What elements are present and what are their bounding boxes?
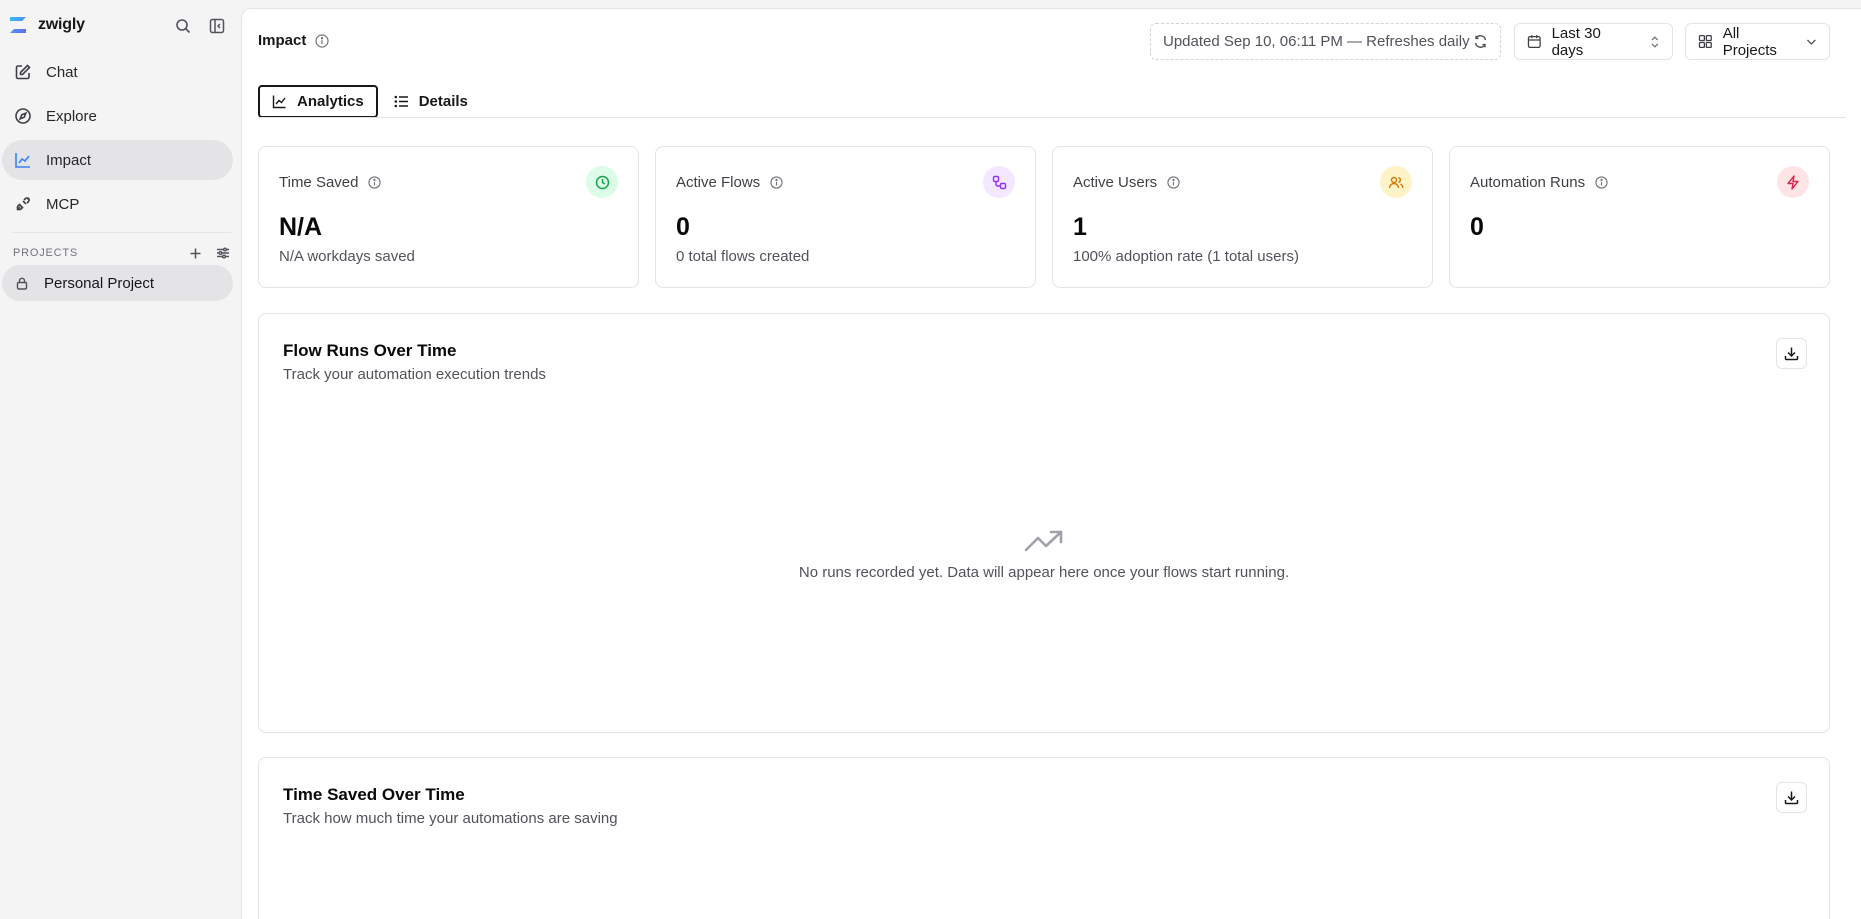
brand[interactable]: zwigly xyxy=(8,14,85,36)
chevron-updown-icon xyxy=(1651,35,1659,48)
sidebar-toggle-icon[interactable] xyxy=(207,16,227,36)
trending-up-icon xyxy=(1024,530,1063,552)
tab-bar: Analytics Details xyxy=(258,85,480,118)
lock-icon xyxy=(16,277,28,290)
chart-line-icon xyxy=(272,95,286,109)
edit-icon xyxy=(15,64,31,80)
panel-title: Time Saved Over Time xyxy=(283,785,465,804)
project-filter-value: All Projects xyxy=(1722,24,1777,59)
info-icon[interactable] xyxy=(1593,175,1609,191)
sidebar: zwigly Chat Explore Impact MCP PROJECTS xyxy=(0,0,241,919)
clock-icon xyxy=(586,166,618,198)
stat-subtext: 100% adoption rate (1 total users) xyxy=(1073,248,1299,265)
sidebar-item-explore[interactable]: Explore xyxy=(2,96,233,136)
tab-analytics[interactable]: Analytics xyxy=(258,85,378,118)
updated-text: Updated Sep 10, 06:11 PM — Refreshes dai… xyxy=(1163,33,1470,50)
grid-icon xyxy=(1698,34,1712,49)
main-content: Impact Updated Sep 10, 06:11 PM — Refres… xyxy=(241,8,1861,919)
compass-icon xyxy=(15,108,31,124)
info-icon[interactable] xyxy=(1165,175,1181,191)
stat-header: Automation Runs xyxy=(1470,174,1609,191)
stat-label: Automation Runs xyxy=(1470,174,1586,191)
stat-value: N/A xyxy=(279,213,323,241)
stat-card-time-saved: Time Saved N/A N/A workdays saved xyxy=(258,146,639,288)
sidebar-item-chat[interactable]: Chat xyxy=(2,52,233,92)
sidebar-item-label: Chat xyxy=(46,63,78,81)
tab-label: Analytics xyxy=(297,93,364,110)
stat-header: Active Flows xyxy=(676,174,784,191)
sidebar-item-mcp[interactable]: MCP xyxy=(2,184,233,224)
stat-card-active-flows: Active Flows 0 0 total flows created xyxy=(655,146,1036,288)
stat-value: 0 xyxy=(1470,213,1484,241)
download-button[interactable] xyxy=(1776,338,1807,369)
sidebar-divider xyxy=(12,232,231,233)
project-filter-select[interactable]: All Projects xyxy=(1685,23,1830,60)
download-button[interactable] xyxy=(1776,782,1807,813)
calendar-icon xyxy=(1527,35,1541,48)
refresh-icon[interactable] xyxy=(1473,34,1488,49)
filter-settings-icon[interactable] xyxy=(215,245,231,261)
page-title: Impact xyxy=(258,32,330,49)
app-logo-icon xyxy=(10,17,26,33)
sidebar-nav: Chat Explore Impact MCP xyxy=(2,52,233,228)
stat-card-automation-runs: Automation Runs 0 xyxy=(1449,146,1830,288)
app-name: zwigly xyxy=(38,16,85,33)
sidebar-item-label: Explore xyxy=(46,107,97,125)
download-icon xyxy=(1784,347,1799,361)
stat-header: Time Saved xyxy=(279,174,382,191)
search-icon[interactable] xyxy=(173,16,193,36)
tab-label: Details xyxy=(418,93,468,110)
list-icon xyxy=(394,95,408,108)
project-label: Personal Project xyxy=(44,274,155,292)
panel-title: Flow Runs Over Time xyxy=(283,341,457,360)
stat-subtext: 0 total flows created xyxy=(676,248,810,265)
stat-label: Active Flows xyxy=(676,174,761,191)
page-title-text: Impact xyxy=(258,32,307,49)
plug-icon xyxy=(16,197,30,211)
tabs-divider xyxy=(258,117,1846,118)
stat-label: Active Users xyxy=(1073,174,1158,191)
info-icon[interactable] xyxy=(314,33,330,49)
stat-label: Time Saved xyxy=(279,174,359,191)
time-saved-panel: Time Saved Over Time Track how much time… xyxy=(258,757,1830,919)
stat-card-active-users: Active Users 1 100% adoption rate (1 tot… xyxy=(1052,146,1433,288)
sidebar-item-label: MCP xyxy=(46,195,80,213)
stat-value: 0 xyxy=(676,213,690,241)
date-range-value: Last 30 days xyxy=(1551,24,1601,59)
projects-header: PROJECTS xyxy=(13,245,231,261)
project-item-personal[interactable]: Personal Project xyxy=(2,265,233,301)
empty-state: No runs recorded yet. Data will appear h… xyxy=(259,528,1829,581)
chart-line-icon xyxy=(15,153,30,168)
updated-status: Updated Sep 10, 06:11 PM — Refreshes dai… xyxy=(1150,23,1501,60)
info-icon[interactable] xyxy=(768,175,784,191)
stat-value: 1 xyxy=(1073,213,1087,241)
users-icon xyxy=(1380,166,1412,198)
stat-header: Active Users xyxy=(1073,174,1181,191)
panel-subtitle: Track your automation execution trends xyxy=(283,366,546,383)
chevron-down-icon xyxy=(1807,39,1817,45)
empty-state-text: No runs recorded yet. Data will appear h… xyxy=(798,564,1290,581)
sidebar-item-impact[interactable]: Impact xyxy=(2,140,233,180)
workflow-icon xyxy=(983,166,1015,198)
download-icon xyxy=(1784,791,1799,805)
projects-label: PROJECTS xyxy=(13,247,79,259)
zap-icon xyxy=(1777,166,1809,198)
tab-details[interactable]: Details xyxy=(382,85,480,118)
info-icon[interactable] xyxy=(366,175,382,191)
date-range-select[interactable]: Last 30 days xyxy=(1514,23,1673,60)
panel-subtitle: Track how much time your automations are… xyxy=(283,810,618,827)
stat-subtext: N/A workdays saved xyxy=(279,248,415,265)
sidebar-item-label: Impact xyxy=(46,151,92,169)
add-project-icon[interactable] xyxy=(187,245,203,261)
flow-runs-panel: Flow Runs Over Time Track your automatio… xyxy=(258,313,1830,733)
